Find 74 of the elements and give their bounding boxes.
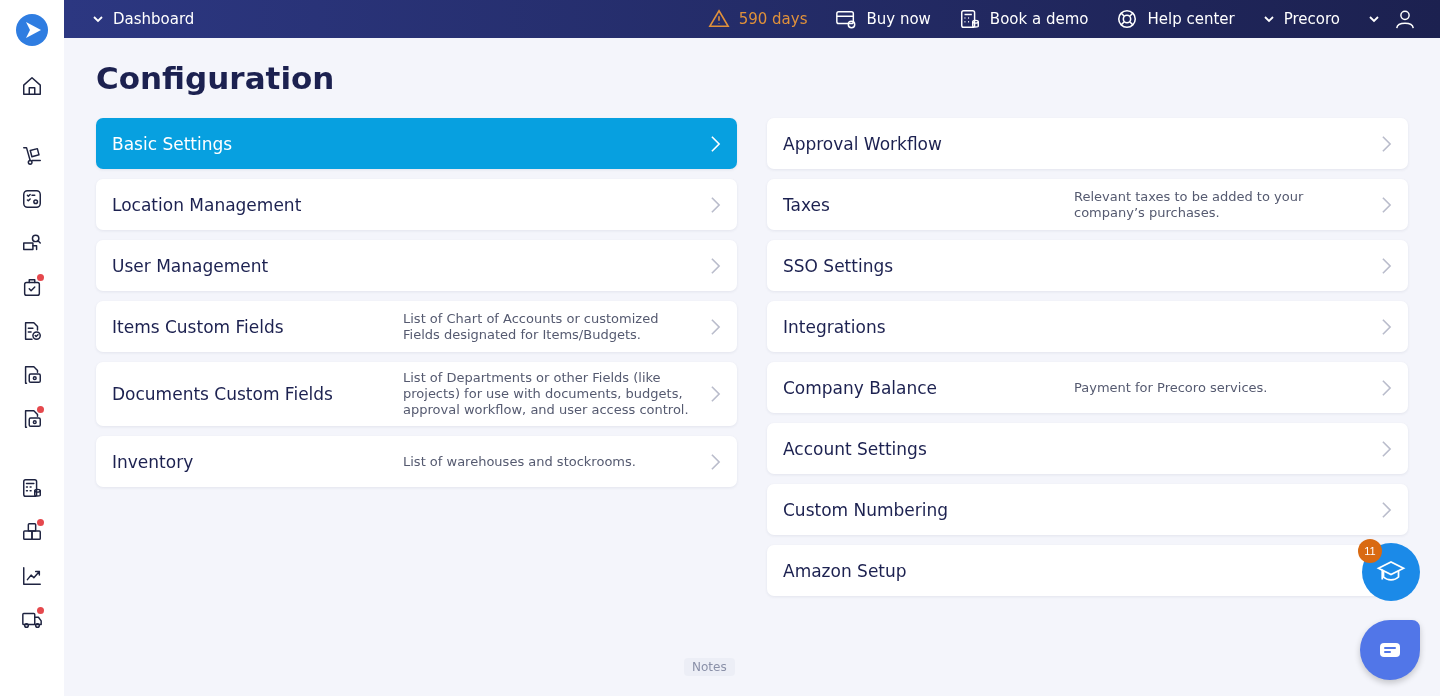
card-description: List of warehouses and stockrooms.	[403, 453, 637, 470]
chevron-right-icon	[710, 317, 721, 336]
settings-card[interactable]: User Management	[96, 240, 737, 291]
card-title: Custom Numbering	[783, 499, 950, 520]
card-title: Items Custom Fields	[112, 316, 285, 337]
card-title: Amazon Setup	[783, 560, 908, 581]
boxes-icon	[21, 521, 43, 543]
chevron-right-icon	[1381, 195, 1392, 214]
settings-card[interactable]: Inventory List of warehouses and stockrooms.	[96, 436, 737, 487]
settings-card[interactable]: SSO Settings	[767, 240, 1408, 291]
chevron-right-icon	[710, 256, 721, 275]
card-title: Documents Custom Fields	[112, 384, 334, 404]
checklist-icon	[21, 188, 43, 210]
settings-card[interactable]: Company Balance Payment for Precoro services.	[767, 362, 1408, 413]
calculator-icon	[21, 477, 43, 499]
dashboard-menu[interactable]: Dashboard	[92, 10, 195, 28]
card-title: Integrations	[783, 316, 887, 337]
book-demo-link[interactable]: Book a demo	[958, 8, 1089, 30]
help-center-link[interactable]: Help center	[1116, 8, 1235, 30]
chevron-down-icon	[1368, 13, 1380, 25]
card-title: Basic Settings	[112, 133, 234, 154]
count-badge: 11	[1358, 539, 1382, 563]
cart-icon	[21, 144, 43, 166]
company-menu[interactable]: Precoro	[1262, 10, 1340, 28]
card-title: SSO Settings	[783, 255, 895, 276]
chevron-right-icon	[710, 385, 721, 403]
lifebuoy-icon	[1116, 8, 1139, 30]
card-title: Location Management	[112, 194, 303, 215]
card-description: Relevant taxes to be added to your company’s purchases.	[1074, 188, 1305, 221]
logo-icon	[16, 14, 48, 46]
notification-dot	[37, 519, 44, 526]
card-title: Account Settings	[783, 438, 928, 459]
trial-warning[interactable]: 590 days	[707, 8, 808, 30]
settings-card[interactable]: Location Management	[96, 179, 737, 230]
buy-now-link[interactable]: Buy now	[835, 8, 931, 30]
home-icon	[21, 75, 43, 97]
user-menu[interactable]	[1368, 8, 1416, 30]
settings-card[interactable]: Approval Workflow	[767, 118, 1408, 169]
calculator-icon	[958, 8, 981, 30]
settings-card[interactable]: Documents Custom Fields List of Departments or other Fields (like projects) for use with documents, budgets, approval workflow, and user access control.	[96, 362, 737, 426]
settings-card[interactable]: Account Settings	[767, 423, 1408, 474]
chevron-right-icon	[1381, 134, 1392, 153]
warning-icon	[707, 8, 730, 30]
chevron-right-icon	[1381, 256, 1392, 275]
chat-button[interactable]	[1360, 620, 1420, 680]
card-title: User Management	[112, 255, 270, 276]
chart-icon	[21, 565, 43, 587]
card-title: Approval Workflow	[783, 133, 943, 154]
card-title: Company Balance	[783, 377, 939, 398]
chevron-right-icon	[710, 134, 721, 153]
chevron-right-icon	[1381, 317, 1392, 336]
chevron-down-icon	[92, 13, 104, 25]
settings-card[interactable]: Items Custom Fields List of Chart of Accounts or customized Fields designated for Items/Budgets.	[96, 301, 737, 352]
notification-dot	[37, 406, 44, 413]
chevron-right-icon	[1381, 500, 1392, 519]
card-description: Payment for Precoro services.	[1074, 379, 1269, 396]
card-description: List of Chart of Accounts or customized Fields designated for Items/Budgets.	[403, 310, 660, 343]
chevron-down-icon	[1262, 13, 1275, 25]
notification-dot	[37, 274, 44, 281]
bag-icon	[21, 276, 43, 298]
chevron-right-icon	[1381, 378, 1392, 397]
settings-card[interactable]: Custom Numbering	[767, 484, 1408, 535]
settings-card[interactable]: Taxes Relevant taxes to be added to your company’s purchases.	[767, 179, 1408, 230]
card-icon	[835, 8, 858, 30]
card-title: Inventory	[112, 451, 195, 472]
card-description: List of Departments or other Fields (like projects) for use with documents, budgets, approval workflow, and user access control.	[403, 370, 690, 418]
notification-dot	[37, 607, 44, 614]
page-title: Configuration	[96, 60, 336, 96]
chevron-right-icon	[710, 195, 721, 214]
user-icon	[1394, 8, 1416, 30]
card-title: Taxes	[783, 194, 831, 215]
chevron-right-icon	[1381, 439, 1392, 458]
settings-card[interactable]: Integrations	[767, 301, 1408, 352]
chevron-right-icon	[710, 452, 721, 471]
